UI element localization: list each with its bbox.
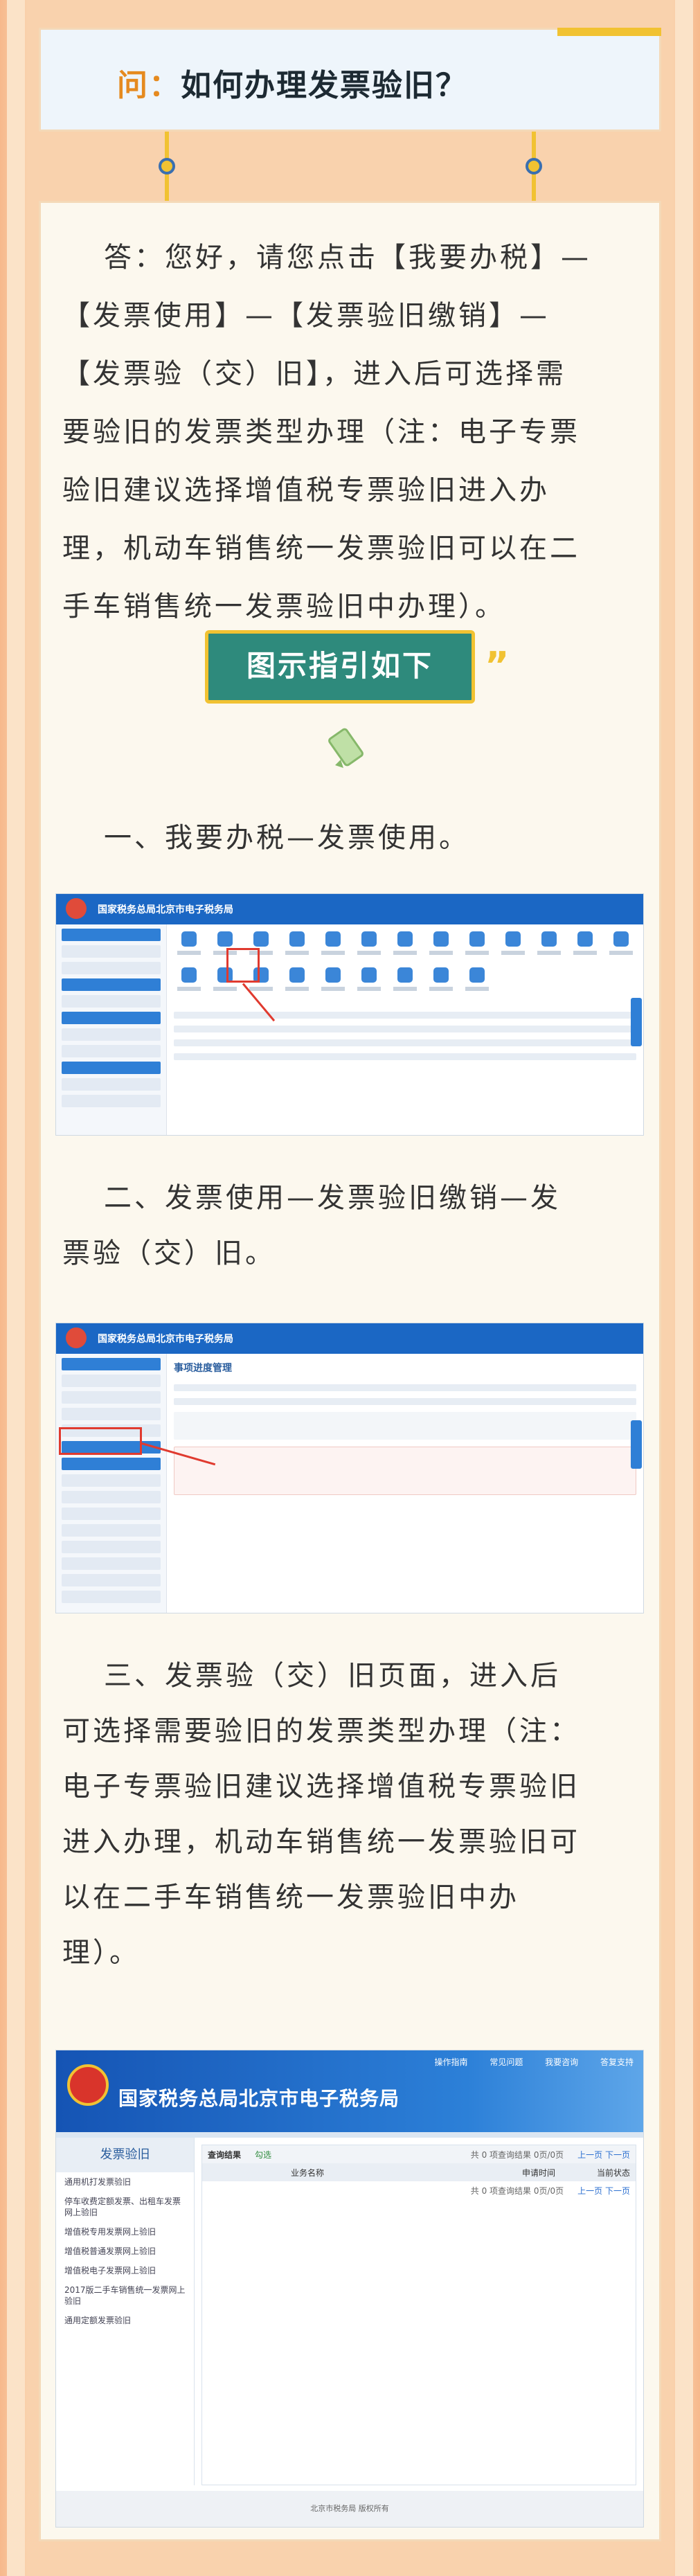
right-connector-dot xyxy=(526,158,542,175)
highlight-box xyxy=(226,948,260,983)
header-strip xyxy=(56,2132,643,2138)
screenshot-step-2: 国家税务总局北京市电子税务局 事项进度管理 xyxy=(55,1323,644,1613)
step-line: 二、发票使用—发票验旧缴销—发 xyxy=(104,1182,561,1214)
screenshot-title: 国家税务总局北京市电子税务局 xyxy=(98,1334,233,1345)
answer-line: 【发票验（交）旧】，进入后可选择需 xyxy=(62,358,566,390)
side-float-button[interactable] xyxy=(631,998,642,1046)
table-header: 业务名称 申请时间 当前状态 xyxy=(202,2163,636,2181)
pager-bottom: 共 0 项查询结果 0页/0页 上一页 下一页 xyxy=(202,2181,636,2199)
highlight-box xyxy=(59,1427,142,1455)
tax-emblem-icon xyxy=(66,898,87,919)
step-line: 理）。 xyxy=(62,1937,140,1969)
sidebar-item[interactable]: 通用机打发票验旧 xyxy=(56,2172,194,2192)
answer-line: 要验旧的发票类型办理（注：电子专票 xyxy=(62,416,580,448)
tax-emblem-icon xyxy=(67,2064,109,2106)
left-decor-stripe xyxy=(7,0,25,2576)
answer-line: 验旧建议选择增值税专票验旧进入办 xyxy=(62,474,550,506)
step-line: 票验（交）旧。 xyxy=(62,1237,276,1269)
pager-links[interactable]: 上一页 下一页 xyxy=(577,2149,630,2161)
step-3-text: 三、发票验（交）旧页面，进入后 可选择需要验旧的发票类型办理（注： 电子专票验旧… xyxy=(62,1648,644,1980)
screenshot-header: 国家税务总局北京市电子税务局 操作指南 常见问题 我要咨询 答复支持 xyxy=(56,2050,643,2132)
pager-info: 共 0 项查询结果 0页/0页 xyxy=(470,2149,564,2160)
panel-title: 事项进度管理 xyxy=(174,1363,232,1374)
answer-line: 理，机动车销售统一发票验旧可以在二 xyxy=(62,533,580,564)
results-bar: 查询结果 勾选 共 0 项查询结果 0页/0页 上一页 下一页 xyxy=(202,2145,636,2163)
question-label: 问： xyxy=(117,68,181,103)
screenshot-header: 国家税务总局北京市电子税务局 xyxy=(56,1323,643,1354)
step-line: 可选择需要验旧的发票类型办理（注： xyxy=(62,1715,580,1747)
question-accent-bar xyxy=(557,28,661,36)
right-decor-stripe xyxy=(675,0,693,2576)
left-connector-dot xyxy=(159,158,175,175)
screenshot-title: 国家税务总局北京市电子税务局 xyxy=(98,904,233,915)
sidebar-item[interactable]: 增值税电子发票网上验旧 xyxy=(56,2261,194,2280)
step-1-text: 一、我要办税—发票使用。 xyxy=(62,810,644,866)
pager-links[interactable]: 上一页 下一页 xyxy=(577,2185,630,2197)
sidebar-item[interactable]: 停车收费定额发票、出租车发票网上验旧 xyxy=(56,2192,194,2222)
screenshot-main: 事项进度管理 xyxy=(174,1361,636,1606)
guide-banner: 图示指引如下 xyxy=(205,630,475,704)
col-time: 申请时间 xyxy=(521,2167,555,2178)
screenshot-sidebar xyxy=(56,1354,167,1613)
step-line: 一、我要办税—发票使用。 xyxy=(104,822,469,854)
sidebar-item[interactable]: 2017版二手车销售统一发票网上验旧 xyxy=(56,2280,194,2311)
top-links[interactable]: 操作指南 常见问题 我要咨询 答复支持 xyxy=(435,2056,634,2068)
radio-option[interactable]: 勾选 xyxy=(255,2149,271,2161)
pencil-icon xyxy=(328,728,364,768)
step-line: 进入办理，机动车销售统一发票验旧可 xyxy=(62,1826,580,1858)
screenshot-footer: 北京市税务局 版权所有 xyxy=(56,2491,643,2527)
sidebar-item[interactable]: 增值税普通发票网上验旧 xyxy=(56,2242,194,2261)
tax-emblem-icon xyxy=(66,1327,87,1348)
answer-line: 手车销售统一发票验旧中办理）。 xyxy=(62,591,505,623)
answer-paragraph: 答：您好，请您点击【我要办税】— 【发票使用】—【发票验旧缴销】— 【发票验（交… xyxy=(62,229,644,636)
invoice-sidebar: 发票验旧 通用机打发票验旧 停车收费定额发票、出租车发票网上验旧 增值税专用发票… xyxy=(56,2138,195,2485)
sidebar-item[interactable]: 通用定额发票验旧 xyxy=(56,2311,194,2330)
screenshot-step-3: 国家税务总局北京市电子税务局 操作指南 常见问题 我要咨询 答复支持 发票验旧 … xyxy=(55,2050,644,2528)
sidebar-item[interactable]: 增值税专用发票网上验旧 xyxy=(56,2222,194,2242)
result-label: 查询结果 xyxy=(208,2149,242,2160)
side-float-button[interactable] xyxy=(631,1420,642,1469)
question-card: 问：如何办理发票验旧？ xyxy=(39,28,661,132)
step-line: 以在二手车销售统一发票验旧中办 xyxy=(62,1881,519,1913)
screenshot-title: 国家税务总局北京市电子税务局 xyxy=(118,2087,400,2110)
screenshot-header: 国家税务总局北京市电子税务局 xyxy=(56,894,643,924)
pager-info: 共 0 项查询结果 0页/0页 xyxy=(470,2185,564,2196)
sidebar-title: 发票验旧 xyxy=(56,2138,194,2172)
question-body: 如何办理发票验旧？ xyxy=(181,68,467,103)
step-line: 电子专票验旧建议选择增值税专票验旧 xyxy=(62,1771,580,1803)
results-panel: 查询结果 勾选 共 0 项查询结果 0页/0页 上一页 下一页 业务名称 申请时… xyxy=(201,2145,636,2485)
screenshot-step-1: 国家税务总局北京市电子税务局 xyxy=(55,893,644,1136)
col-business: 业务名称 xyxy=(291,2167,325,2178)
step-2-text: 二、发票使用—发票验旧缴销—发 票验（交）旧。 xyxy=(62,1170,644,1281)
quote-mark-icon: ” xyxy=(485,644,510,688)
question-text: 问：如何办理发票验旧？ xyxy=(117,60,467,105)
answer-line: 【发票使用】—【发票验旧缴销】— xyxy=(62,300,550,332)
screenshot-sidebar xyxy=(56,924,167,1135)
answer-line: 答：您好，请您点击【我要办税】— xyxy=(104,242,591,274)
col-status: 当前状态 xyxy=(596,2167,630,2178)
step-line: 三、发票验（交）旧页面，进入后 xyxy=(104,1660,561,1692)
